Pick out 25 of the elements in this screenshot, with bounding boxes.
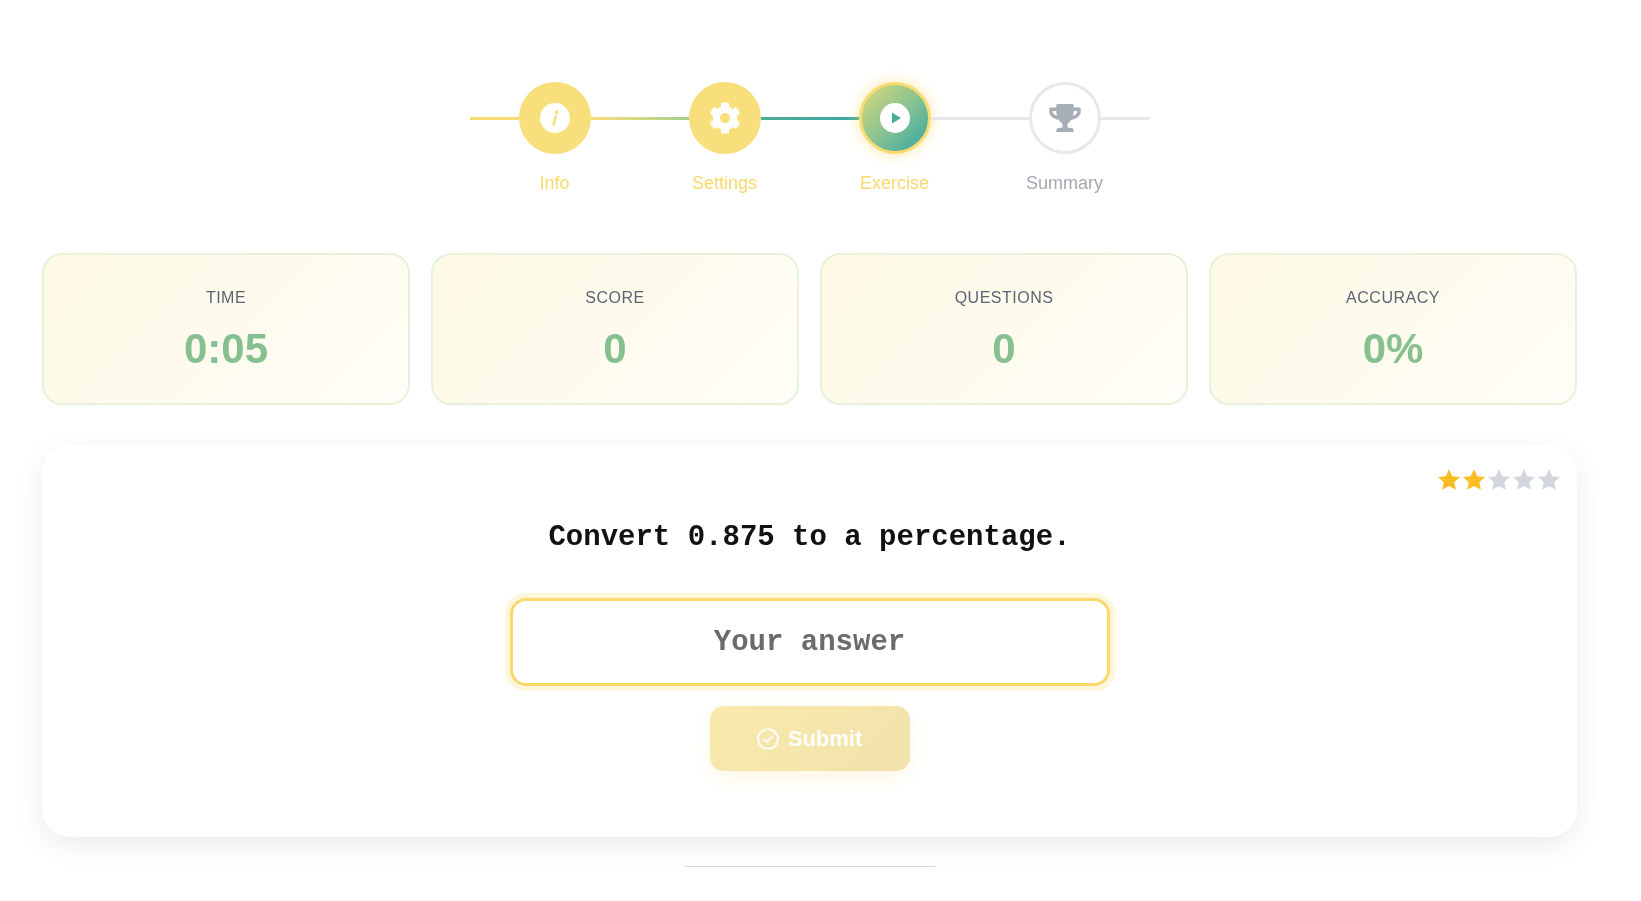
- trophy-icon: [1048, 104, 1081, 132]
- check-circle-icon: [756, 727, 779, 750]
- stat-label: ACCURACY: [1346, 288, 1440, 308]
- play-icon: [879, 103, 910, 133]
- gear-icon: [708, 102, 741, 134]
- stat-value: 0:05: [183, 325, 269, 373]
- step-label: Info: [539, 172, 570, 194]
- star-icon: [1513, 469, 1535, 490]
- step-label: Settings: [691, 172, 757, 194]
- star-icon: [1438, 469, 1460, 490]
- star-icon: [1538, 469, 1560, 490]
- info-icon: [539, 103, 570, 133]
- stat-label: SCORE: [585, 288, 645, 308]
- star-icon: [1488, 469, 1510, 490]
- step-circle[interactable]: [858, 82, 931, 154]
- step-label: Exercise: [860, 172, 929, 194]
- answer-field[interactable]: Your answer: [509, 598, 1110, 686]
- stat-value: 0: [992, 325, 1016, 373]
- step-label: Summary: [1026, 172, 1103, 194]
- question-text: Convert 0.875 to a percentage.: [548, 520, 1071, 556]
- stat-value: 0: [603, 325, 627, 373]
- stat-label: QUESTIONS: [954, 288, 1054, 308]
- stat-label: TIME: [205, 288, 247, 308]
- stat-value: 0%: [1362, 325, 1424, 373]
- star-icon: [1463, 469, 1485, 490]
